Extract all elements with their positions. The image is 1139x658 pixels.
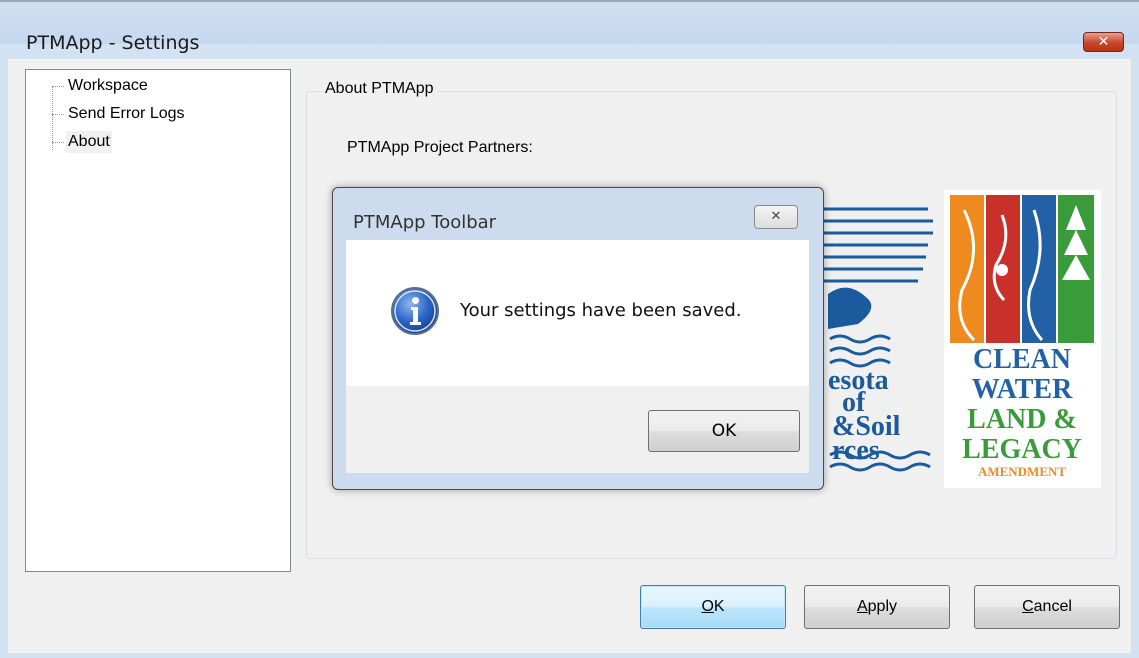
bwsr-logo: esota of &Soil rces: [818, 207, 933, 472]
tree-connector: [52, 142, 64, 143]
tree-connector: [52, 114, 64, 115]
message-text: Your settings have been saved.: [460, 300, 742, 321]
close-icon: ✕: [1097, 34, 1110, 50]
apply-button[interactable]: Apply: [804, 585, 950, 629]
message-box-ok-button[interactable]: OK: [648, 410, 800, 452]
cancel-button[interactable]: Cancel: [974, 585, 1120, 629]
tree-connector: [52, 86, 53, 150]
message-box-title[interactable]: PTMApp Toolbar: [353, 212, 496, 233]
clean-logo-text: CLEAN: [973, 344, 1071, 375]
partners-label: PTMApp Project Partners:: [347, 139, 533, 156]
tree-item-about[interactable]: About: [66, 131, 112, 153]
bwsr-logo-text: rces: [832, 435, 880, 466]
ok-button[interactable]: OK: [640, 585, 786, 629]
message-box-footer: OK: [346, 386, 809, 473]
info-icon: [391, 287, 439, 335]
settings-tree[interactable]: Workspace Send Error Logs About: [25, 69, 291, 572]
tree-item-send-error-logs[interactable]: Send Error Logs: [66, 103, 187, 125]
clean-logo-text: WATER: [972, 374, 1073, 405]
tree-item-workspace[interactable]: Workspace: [66, 75, 150, 97]
clean-logo-text: AMENDMENT: [978, 464, 1066, 479]
message-box-close-button[interactable]: ✕: [754, 205, 798, 229]
close-button[interactable]: ✕: [1083, 32, 1124, 52]
close-icon: ✕: [770, 209, 782, 224]
clean-water-logo: CLEAN WATER LAND & LEGACY AMENDMENT: [944, 190, 1101, 488]
message-box: PTMApp Toolbar ✕ Your settings have been…: [332, 187, 824, 490]
window-title: PTMApp - Settings: [26, 32, 200, 54]
clean-logo-text: LEGACY: [962, 434, 1082, 465]
clean-logo-text: LAND &: [967, 404, 1077, 435]
about-group-label: About PTMApp: [321, 80, 438, 98]
settings-window: PTMApp - Settings ✕ Workspace Send Error…: [0, 0, 1139, 658]
message-box-body: Your settings have been saved.: [346, 240, 809, 386]
tree-connector: [52, 86, 64, 87]
